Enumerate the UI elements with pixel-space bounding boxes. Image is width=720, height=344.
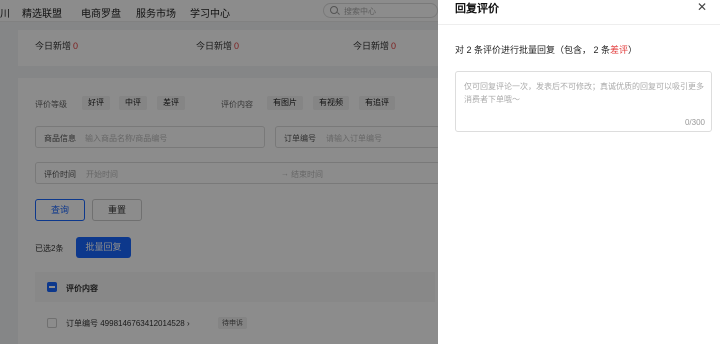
- character-counter: 0/300: [684, 118, 705, 127]
- batch-reply-info: 对 2 条评价进行批量回复（包含， 2 条差评）: [455, 45, 638, 55]
- close-icon[interactable]: ✕: [696, 0, 708, 14]
- drawer-title: 回复评价: [455, 3, 499, 15]
- bad-review-highlight: 差评: [610, 45, 629, 55]
- drawer-divider: [438, 24, 720, 25]
- modal-overlay[interactable]: [0, 0, 438, 344]
- reply-review-drawer: 回复评价 ✕ 对 2 条评价进行批量回复（包含， 2 条差评） 仅可回复评论一次…: [438, 0, 720, 344]
- reply-textarea[interactable]: 仅可回复评论一次，发表后不可修改；真诚优质的回复可以吸引更多消费者下单哦～ 0/…: [455, 71, 712, 132]
- reply-placeholder: 仅可回复评论一次，发表后不可修改；真诚优质的回复可以吸引更多消费者下单哦～: [464, 82, 704, 104]
